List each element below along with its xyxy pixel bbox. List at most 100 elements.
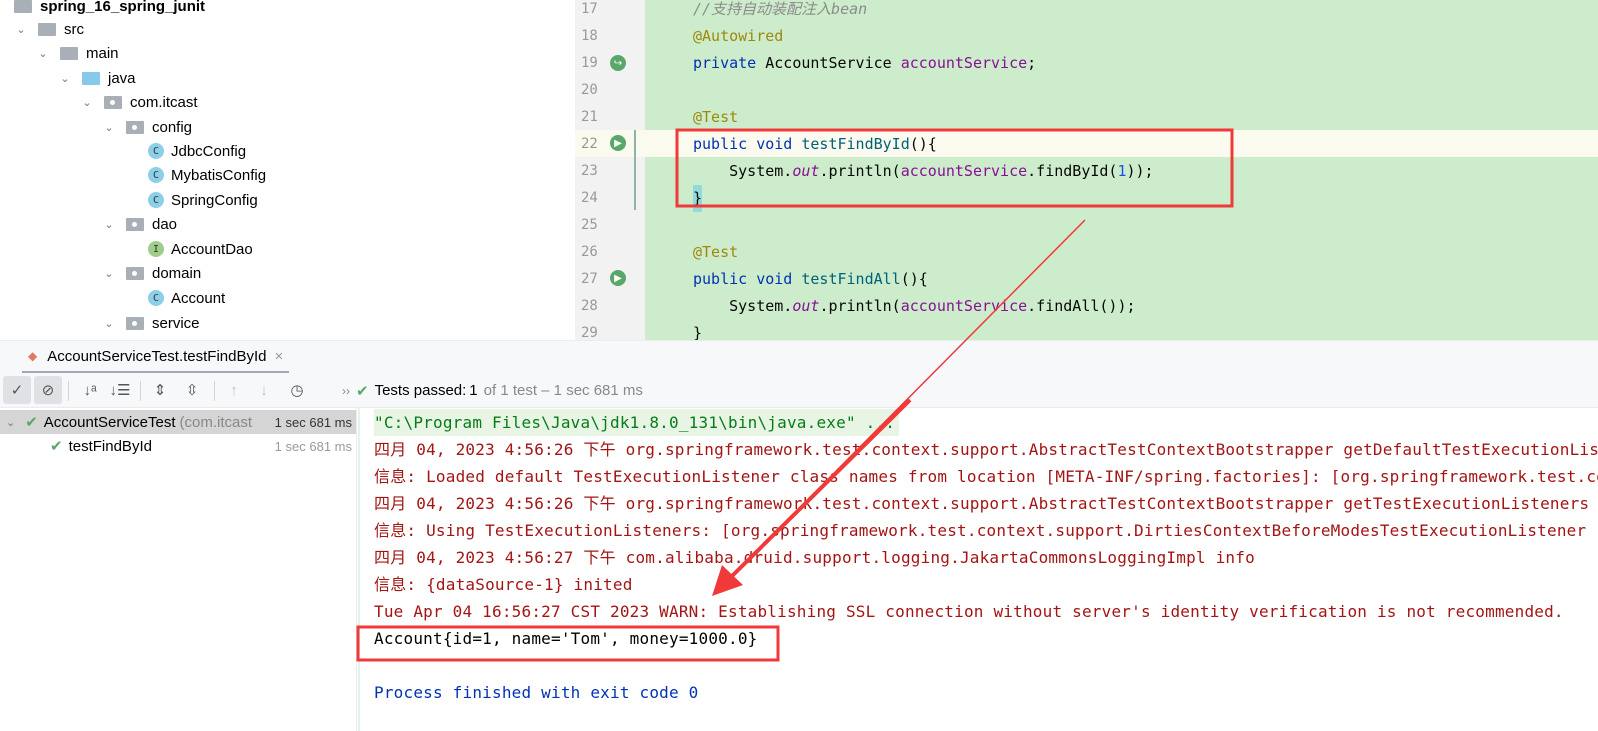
chevron-down-icon[interactable]: ⌄ [102,266,116,280]
code-annotation: @Test [693,243,739,261]
tree-item-account[interactable]: C Account [148,286,225,310]
code-line: System.out.println(accountService.findAl… [693,297,1136,315]
code-lines: //支持自动装配注入bean @Autowired private Accoun… [645,0,1598,340]
console-line-exit: Process finished with exit code 0 [374,683,699,702]
double-chevron-icon[interactable]: ›› [342,384,350,398]
code-line: private AccountService accountService; [693,54,1037,72]
package-icon [126,120,144,134]
divider [68,381,69,401]
tree-item-src[interactable]: ⌄ src [14,17,84,41]
console-line: "C:\Program Files\Java\jdk1.8.0_131\bin\… [374,409,900,436]
folder-icon [38,22,56,36]
line-number: 29 [581,325,598,340]
tree-item-main[interactable]: ⌄ main [36,41,118,65]
line-number: 19 [581,55,598,71]
module-icon [14,0,32,13]
line-number: 21 [581,109,598,125]
package-icon [104,95,122,109]
test-status: ›› ✔ Tests passed: 1 of 1 test – 1 sec 6… [342,382,643,400]
console-line: 信息: {dataSource-1} inited [374,575,633,594]
show-ignored-button[interactable]: ⊘ [34,376,62,404]
chevron-down-icon[interactable]: ⌄ [102,316,116,330]
console-line-result: Account{id=1, name='Tom', money=1000.0} [374,629,758,648]
tree-item-domain[interactable]: ⌄ domain [102,261,201,285]
code-comment: //支持自动装配注入bean [693,0,868,18]
package-icon [126,266,144,280]
show-passed-button[interactable]: ✓ [3,376,31,404]
tree-item-jdbcconfig[interactable]: C JdbcConfig [148,139,246,163]
line-number: 28 [581,298,598,314]
line-number: 17 [581,1,598,17]
folder-icon [60,46,78,60]
code-line: public void testFindById(){ [693,135,937,153]
tree-item-dao[interactable]: ⌄ dao [102,212,177,236]
line-number: 20 [581,82,598,98]
console-line: 四月 04, 2023 4:56:26 下午 org.springframewo… [374,494,1590,513]
console-line: 四月 04, 2023 4:56:26 下午 org.springframewo… [374,440,1598,459]
code-line: System.out.println(accountService.findBy… [693,162,1154,180]
line-number: 24 [581,190,598,206]
line-number: 26 [581,244,598,260]
tree-item-java[interactable]: ⌄ java [58,66,135,90]
test-history-icon[interactable]: ◷ [283,376,311,404]
chevron-down-icon[interactable]: ⌄ [14,22,28,36]
line-number: 25 [581,217,598,233]
chevron-down-icon[interactable]: ⌄ [58,71,72,85]
class-icon: C [148,192,164,208]
source-folder-icon [82,71,100,85]
chevron-down-icon[interactable]: ⌄ [102,217,116,231]
divider [140,381,141,401]
chevron-down-icon[interactable]: ⌄ [80,95,94,109]
test-case-row[interactable]: ✔ testFindById 1 sec 681 ms [0,434,356,458]
chevron-down-icon[interactable]: ⌄ [6,416,15,429]
console-output[interactable]: "C:\Program Files\Java\jdk1.8.0_131\bin\… [358,408,1598,731]
console-line: 四月 04, 2023 4:56:27 下午 com.alibaba.druid… [374,548,1255,567]
change-marker [634,130,636,210]
run-tab-bar: ◆ AccountServiceTest.testFindById × [0,340,1598,374]
run-test-icon[interactable]: ▶ [610,270,626,286]
previous-failed-button[interactable]: ↑ [220,376,248,404]
tree-item-module[interactable]: spring_16_spring_junit [14,0,205,18]
line-number: 27 [581,271,598,287]
code-line: } [693,324,703,340]
next-failed-button[interactable]: ↓ [250,376,278,404]
tree-item-accountdao[interactable]: I AccountDao [148,237,253,261]
sort-by-duration-button[interactable]: ↓☰ [106,376,134,404]
test-toolbar: ✓ ⊘ ↓ᵃ ↓☰ ⇕ ⇳ ↑ ↓ ◷ ›› ✔ Tests passed: 1… [0,373,1598,408]
code-editor[interactable]: 17 18 19 20 21 22 23 24 25 26 27 28 29 ↪… [575,0,1598,340]
console-line: 信息: Loaded default TestExecutionListener… [374,467,1598,486]
expand-all-button[interactable]: ⇕ [146,376,174,404]
code-annotation: @Autowired [693,27,784,45]
collapse-all-button[interactable]: ⇳ [178,376,206,404]
class-icon: C [148,290,164,306]
run-config-icon: ◆ [28,349,38,363]
tree-item-mybatisconfig[interactable]: C MybatisConfig [148,163,266,187]
tab-run-config[interactable]: ◆ AccountServiceTest.testFindById × [22,341,290,374]
class-icon: C [148,167,164,183]
tree-item-com-itcast[interactable]: ⌄ com.itcast [80,90,197,114]
test-suite-row[interactable]: ⌄ ✔ AccountServiceTest (com.itcast 1 sec… [0,410,356,434]
tree-item-service[interactable]: ⌄ service [102,311,199,335]
close-tab-icon[interactable]: × [275,348,284,365]
run-test-icon[interactable]: ▶ [610,135,626,151]
line-number: 22 [581,136,598,152]
class-icon: C [148,143,164,159]
code-annotation: @Test [693,108,739,126]
code-line: public void testFindAll(){ [693,270,928,288]
chevron-down-icon[interactable]: ⌄ [36,46,50,60]
line-number: 18 [581,28,598,44]
tree-item-springconfig[interactable]: C SpringConfig [148,188,258,212]
tree-item-config[interactable]: ⌄ config [102,115,192,139]
divider [214,381,215,401]
chevron-down-icon[interactable]: ⌄ [102,120,116,134]
package-icon [126,316,144,330]
interface-icon: I [148,241,164,257]
bean-navigate-icon[interactable]: ↪ [610,55,626,71]
project-tree: spring_16_spring_junit ⌄ src ⌄ main ⌄ java … [0,0,575,340]
sort-alphabetically-button[interactable]: ↓ᵃ [76,376,104,404]
check-icon: ✔ [25,414,38,431]
console-line: Tue Apr 04 16:56:27 CST 2023 WARN: Estab… [374,602,1564,621]
check-icon: ✔ [356,382,369,400]
test-results-tree: ⌄ ✔ AccountServiceTest (com.itcast 1 sec… [0,408,357,731]
console-line: 信息: Using TestExecutionListeners: [org.s… [374,521,1587,540]
